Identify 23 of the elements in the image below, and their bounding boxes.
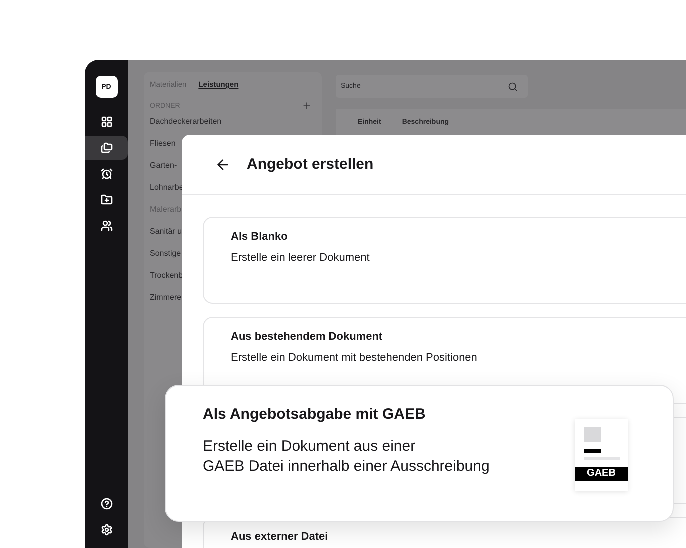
option-card[interactable]: Als Blanko Erstelle ein leerer Dokument <box>203 217 686 304</box>
settings-icon <box>100 524 112 536</box>
folder-icon <box>100 142 112 154</box>
highlighted-option-dialog[interactable]: Als Angebotsabgabe mit GAEB Erstelle ein Dokument aus einer GAEB Datei innerhalb einer Ausschreibung GAEB <box>165 385 674 522</box>
users-icon <box>100 220 112 232</box>
gaeb-label: GAEB <box>575 467 628 481</box>
option-description: Erstelle ein Dokument aus einer GAEB Datei innerhalb einer Ausschreibung <box>203 437 490 477</box>
option-title: Als Angebotsabgabe mit GAEB <box>203 406 427 423</box>
folder-item[interactable]: Dachdeckerarbeiten <box>150 111 322 133</box>
help-icon <box>100 498 112 510</box>
sidebar-nav-button[interactable] <box>85 136 128 160</box>
option-description: Erstelle ein Dokument mit bestehenden Positionen <box>231 352 478 364</box>
option-title: Als Blanko <box>231 231 289 243</box>
option-title: Aus externer Datei <box>231 531 330 543</box>
alarm-clock-icon <box>100 168 112 180</box>
dialog-title: Angebot erstellen <box>247 156 374 173</box>
image-placeholder <box>584 427 601 442</box>
folder-plus-icon <box>100 194 112 206</box>
option-description: Erstelle ein leerer Dokument <box>231 252 371 264</box>
grid-icon <box>100 116 112 128</box>
search-icon <box>508 82 518 92</box>
add-icon[interactable] <box>302 101 312 111</box>
option-title: Aus bestehendem Dokument <box>231 331 384 343</box>
